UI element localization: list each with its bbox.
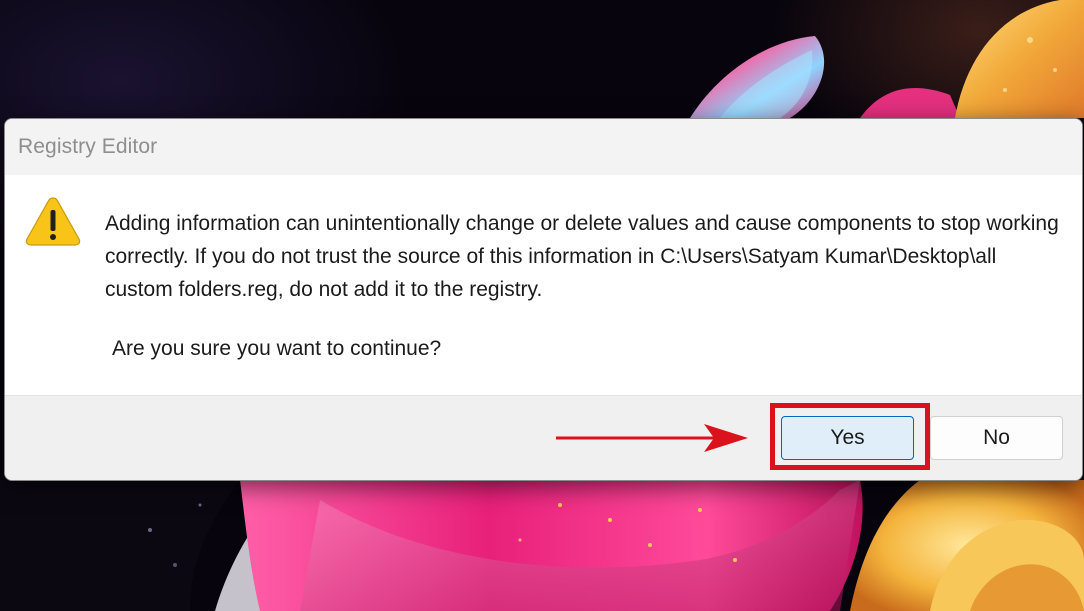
- dialog-content: Adding information can unintentionally c…: [5, 175, 1082, 395]
- registry-editor-dialog: Registry Editor Adding information can u…: [4, 118, 1083, 481]
- no-button[interactable]: No: [930, 416, 1063, 460]
- dialog-message: Adding information can unintentionally c…: [105, 212, 1059, 301]
- yes-button[interactable]: Yes: [781, 416, 914, 460]
- dialog-question: Are you sure you want to continue?: [112, 337, 442, 360]
- dialog-button-bar: Yes No: [5, 395, 1082, 480]
- warning-triangle-icon: [25, 197, 81, 246]
- window-title: Registry Editor: [18, 135, 158, 158]
- title-bar[interactable]: Registry Editor: [5, 119, 1082, 175]
